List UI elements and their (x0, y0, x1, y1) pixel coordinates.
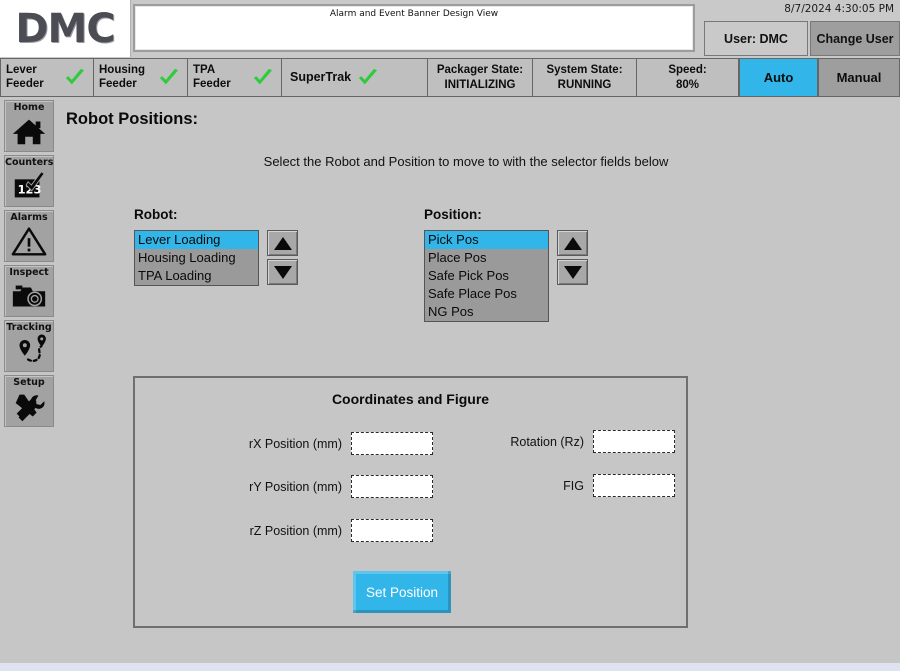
window-footer-strip (0, 663, 900, 671)
alarm-banner-title: Alarm and Event Banner Design View (329, 9, 499, 19)
list-item[interactable]: Pick Pos (425, 231, 548, 249)
rz-position-input[interactable] (351, 519, 433, 542)
sidebar-item-home[interactable]: Home (4, 100, 54, 152)
status-cell-system-state: System State: RUNNING (533, 58, 637, 97)
robot-scroll-up-button[interactable] (267, 230, 298, 256)
coordinates-and-figure-panel: Coordinates and Figure rX Position (mm) … (133, 376, 688, 628)
app-header: DMC Alarm and Event Banner Design View 8… (0, 0, 900, 58)
position-scroll-down-button[interactable] (557, 259, 588, 285)
warning-triangle-icon (11, 227, 47, 256)
rotation-rz-input[interactable] (593, 430, 675, 453)
user-button[interactable]: User: DMC (704, 21, 808, 56)
robot-scroll-down-button[interactable] (267, 259, 298, 285)
sidebar-label-setup: Setup (13, 377, 45, 388)
position-listbox[interactable]: Pick Pos Place Pos Safe Pick Pos Safe Pl… (424, 230, 549, 322)
status-cell-packager-state: Packager State: INITIALIZING (428, 58, 533, 97)
instruction-text: Select the Robot and Position to move to… (263, 154, 669, 169)
packager-state-value: INITIALIZING (444, 78, 516, 91)
speed-title: Speed: (668, 64, 707, 77)
auto-mode-button[interactable]: Auto (739, 58, 818, 97)
sidebar-item-inspect[interactable]: Inspect (4, 265, 54, 317)
manual-mode-button[interactable]: Manual (818, 58, 900, 97)
field-label-rx: rX Position (mm) (248, 436, 342, 451)
house-icon (12, 119, 46, 145)
dmc-logo: DMC (0, 0, 131, 57)
dmc-logo-text: DMC (15, 5, 115, 52)
sidebar-label-counters: Counters (5, 157, 54, 168)
change-user-button[interactable]: Change User (810, 21, 900, 56)
position-scroll-arrows (557, 230, 588, 285)
system-state-value: RUNNING (557, 78, 612, 91)
field-row-rotation: Rotation (Rz) (390, 430, 675, 453)
status-cell-lever-feeder[interactable]: Lever Feeder (0, 58, 94, 97)
position-scroll-up-button[interactable] (557, 230, 588, 256)
triangle-up-icon (563, 236, 582, 250)
green-check-icon (65, 68, 85, 85)
sidebar-label-inspect: Inspect (9, 267, 49, 278)
list-item[interactable]: Safe Place Pos (425, 285, 548, 303)
set-position-button[interactable]: Set Position (353, 571, 451, 613)
wrench-screwdriver-icon (15, 394, 45, 422)
position-selector-group: Position: Pick Pos Place Pos Safe Pick P… (424, 207, 588, 322)
green-check-icon (159, 68, 179, 85)
status-label-supertrak: SuperTrak (290, 70, 352, 85)
status-cell-housing-feeder[interactable]: Housing Feeder (94, 58, 188, 97)
header-right-panel: 8/7/2024 4:30:05 PM User: DMC Change Use… (699, 0, 900, 57)
status-cell-speed: Speed: 80% (637, 58, 739, 97)
camera-icon (12, 285, 46, 307)
robot-listbox[interactable]: Lever Loading Housing Loading TPA Loadin… (134, 230, 259, 286)
list-item[interactable]: NG Pos (425, 303, 548, 321)
map-pin-path-icon (19, 334, 46, 363)
status-label-tpa-feeder: TPA Feeder (193, 64, 231, 90)
robot-selector-group: Robot: Lever Loading Housing Loading TPA… (134, 207, 298, 286)
field-label-ry: rY Position (mm) (249, 479, 342, 494)
navigation-sidebar: Home Counters 123 Alarms Inspect Trackin… (0, 97, 56, 663)
coordinates-panel-title: Coordinates and Figure (331, 391, 490, 407)
list-item[interactable]: Place Pos (425, 249, 548, 267)
list-item[interactable]: TPA Loading (135, 267, 258, 285)
sidebar-item-tracking[interactable]: Tracking (4, 320, 54, 372)
sidebar-label-tracking: Tracking (6, 322, 52, 333)
list-item[interactable]: Safe Pick Pos (425, 267, 548, 285)
position-selector-label: Position: (424, 207, 482, 222)
page-title: Robot Positions: (66, 110, 198, 128)
field-row-fig: FIG (390, 474, 675, 497)
speed-value: 80% (675, 78, 700, 91)
green-check-icon (253, 68, 273, 85)
status-cell-tpa-feeder[interactable]: TPA Feeder (188, 58, 282, 97)
triangle-down-icon (273, 265, 292, 279)
packager-state-title: Packager State: (436, 64, 524, 77)
system-state-title: System State: (546, 64, 623, 77)
list-item[interactable]: Lever Loading (135, 231, 258, 249)
datetime-display: 8/7/2024 4:30:05 PM (784, 3, 894, 15)
alarm-event-banner[interactable]: Alarm and Event Banner Design View (133, 4, 695, 52)
robot-selector-label: Robot: (134, 207, 178, 222)
status-cell-supertrak[interactable]: SuperTrak (282, 58, 428, 97)
sidebar-label-home: Home (13, 102, 45, 113)
sidebar-item-counters[interactable]: Counters 123 (4, 155, 54, 207)
machine-status-bar: Lever Feeder Housing Feeder TPA Feeder S… (0, 58, 900, 97)
sidebar-item-alarms[interactable]: Alarms (4, 210, 54, 262)
sidebar-label-alarms: Alarms (10, 212, 48, 223)
field-row-rz: rZ Position (mm) (148, 519, 433, 542)
status-label-housing-feeder: Housing Feeder (99, 64, 145, 90)
status-label-lever-feeder: Lever Feeder (6, 64, 44, 90)
field-label-rz: rZ Position (mm) (249, 523, 342, 538)
green-check-icon (358, 68, 378, 85)
field-label-rotation: Rotation (Rz) (510, 434, 584, 449)
sidebar-item-setup[interactable]: Setup (4, 375, 54, 427)
main-content-area: Robot Positions: Select the Robot and Po… (56, 97, 900, 663)
robot-scroll-arrows (267, 230, 298, 285)
triangle-down-icon (563, 265, 582, 279)
list-item[interactable]: Housing Loading (135, 249, 258, 267)
field-label-fig: FIG (563, 478, 584, 493)
triangle-up-icon (273, 236, 292, 250)
counter-123-check-icon: 123 (14, 171, 45, 198)
fig-input[interactable] (593, 474, 675, 497)
